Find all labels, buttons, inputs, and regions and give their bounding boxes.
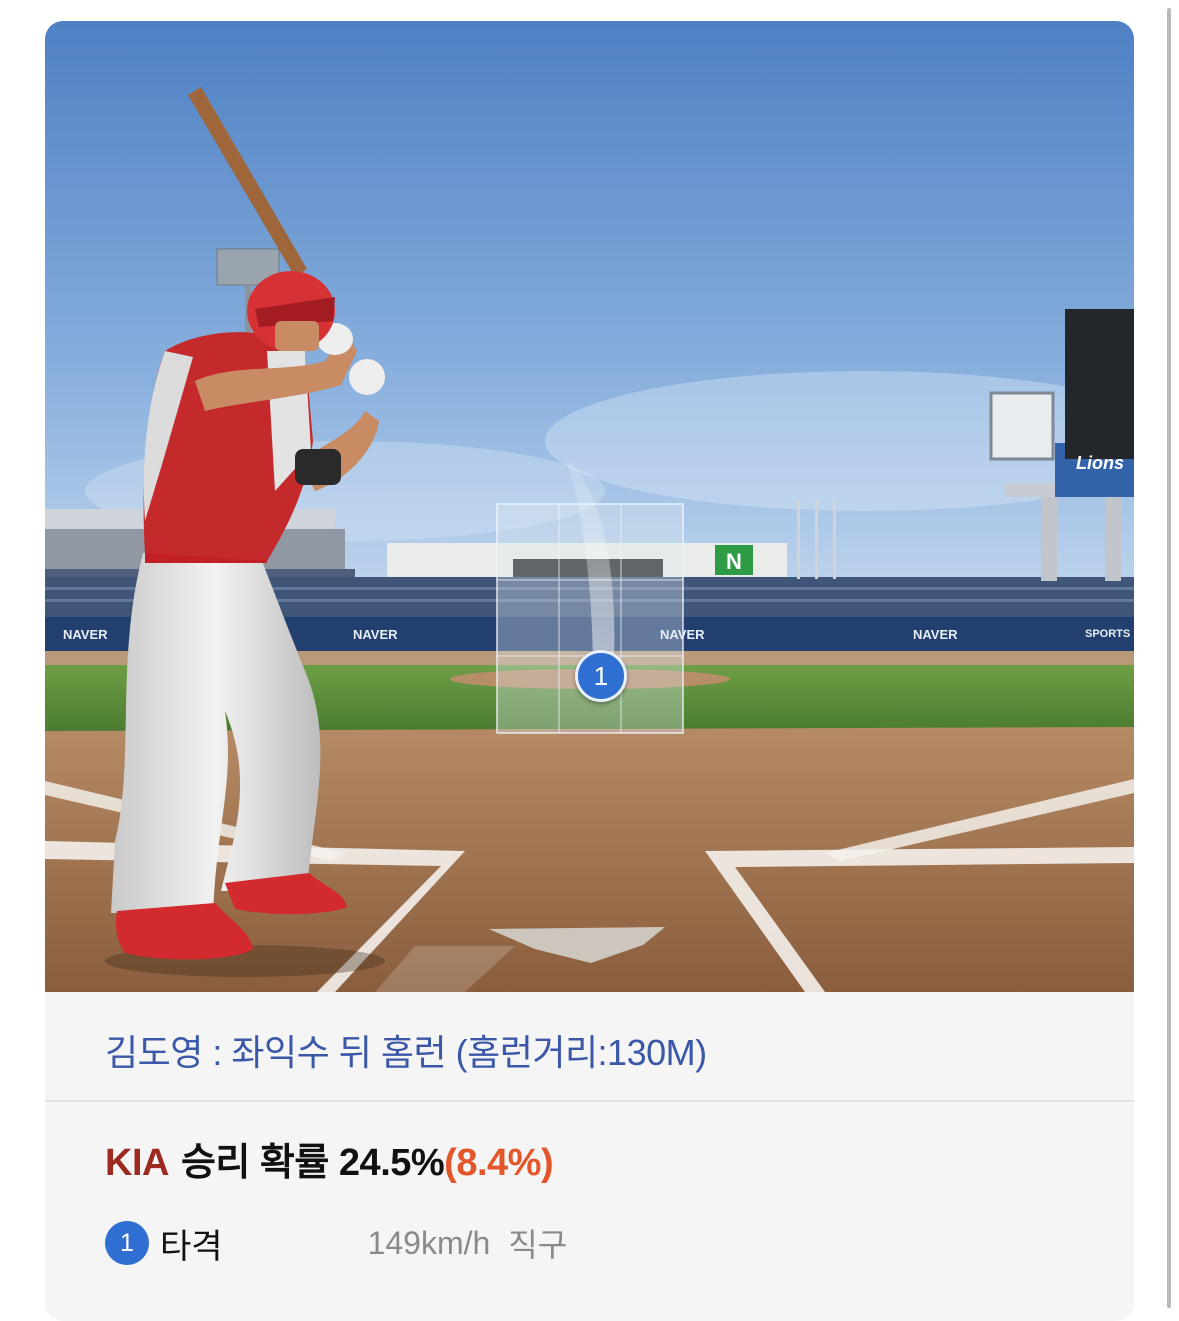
win-probability-change: (8.4%) [444, 1142, 554, 1184]
win-probability-label: 승리 확률 [180, 1142, 329, 1184]
fence-ad-2: NAVER [353, 627, 398, 642]
pitch-result: 타격 [160, 1227, 223, 1266]
pitch-speed: 149km/h [367, 1224, 491, 1261]
batting-scene: N Lions NAVER NAVER NAVER NAVER SPORTS [45, 21, 1134, 992]
pitch-number-badge: 1 [105, 1221, 149, 1265]
play-card: N Lions NAVER NAVER NAVER NAVER SPORTS 1… [45, 21, 1134, 1321]
win-probability: KIA 승리 확률 24.5%(8.4%) [105, 1131, 554, 1186]
fence-ad-4: NAVER [913, 627, 958, 642]
scoreboard-logo: Lions [1076, 453, 1124, 473]
team-name: KIA [105, 1142, 169, 1184]
sign-letter: N [726, 549, 742, 574]
play-caption: 김도영 : 좌익수 뒤 홈런 (홈런거리:130M) [45, 992, 1134, 1102]
pitch-location-marker[interactable]: 1 [575, 650, 627, 702]
fence-ad-1: NAVER [63, 627, 108, 642]
win-probability-value: 24.5% [338, 1142, 445, 1184]
play-description[interactable]: 김도영 : 좌익수 뒤 홈런 (홈런거리:130M) [105, 1024, 707, 1076]
pitch-event-row[interactable]: 1 타격 149km/h 직구 [105, 1221, 568, 1266]
pitch-type: 직구 [508, 1227, 568, 1263]
scrollbar[interactable] [1167, 8, 1171, 1308]
fence-ad-sports: SPORTS [1085, 628, 1130, 640]
